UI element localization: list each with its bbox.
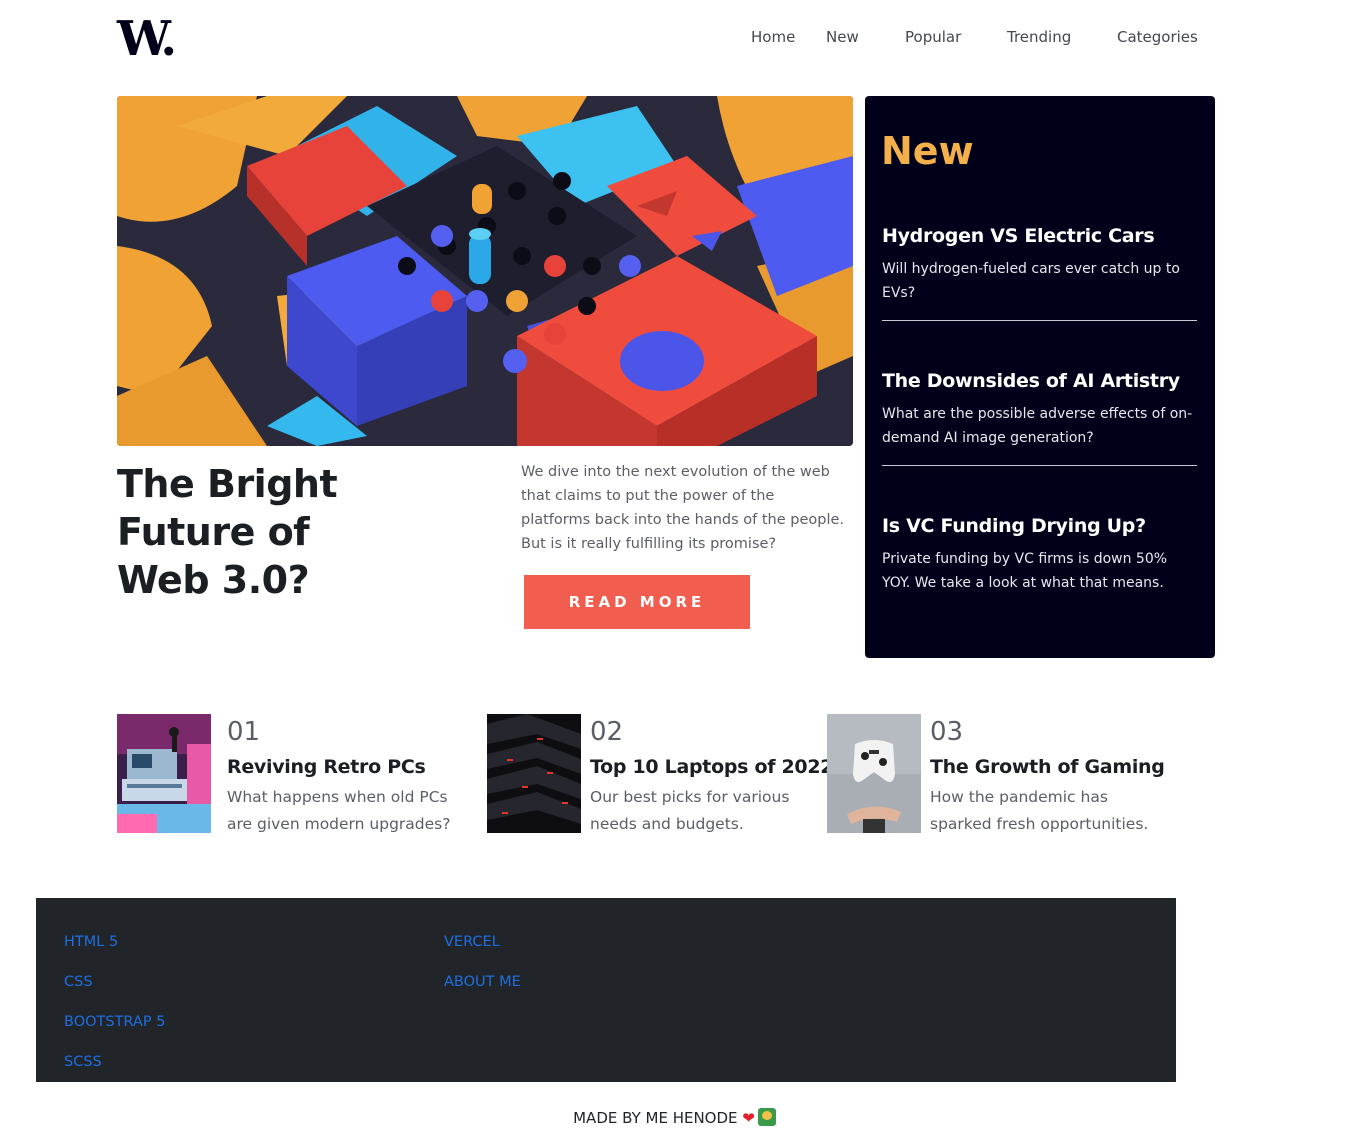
retro-pc-thumbnail[interactable] xyxy=(117,714,211,833)
article-title[interactable]: Reviving Retro PCs xyxy=(227,754,426,780)
new-articles-panel: New Hydrogen VS Electric Cars Will hydro… xyxy=(865,96,1215,658)
laptop-keyboard-thumbnail[interactable] xyxy=(487,714,581,833)
footer-link-scss[interactable]: SCSS xyxy=(64,1052,102,1072)
hero-image xyxy=(117,96,853,446)
cat-emoji-icon xyxy=(757,1108,776,1126)
divider xyxy=(882,320,1197,321)
article-card[interactable]: 01 Reviving Retro PCs What happens when … xyxy=(117,714,457,834)
new-item[interactable]: Is VC Funding Drying Up? Private funding… xyxy=(882,513,1197,595)
hero-description: We dive into the next evolution of the w… xyxy=(521,464,845,552)
heart-icon: ❤ xyxy=(742,1109,755,1127)
footer-link-css[interactable]: CSS xyxy=(64,972,93,992)
new-item[interactable]: The Downsides of AI Artistry What are th… xyxy=(882,368,1197,450)
footer-credit: MADE BY ME HENODE ❤ xyxy=(0,1108,1349,1128)
article-number: 02 xyxy=(590,717,624,747)
nav-home[interactable]: Home xyxy=(751,27,795,47)
read-more-button[interactable]: READ MORE xyxy=(524,575,750,629)
article-card[interactable]: 03 The Growth of Gaming How the pandemic… xyxy=(827,714,1167,834)
footer-link-bootstrap[interactable]: BOOTSTRAP 5 xyxy=(64,1012,165,1032)
footer-link-vercel[interactable]: VERCEL xyxy=(444,932,500,952)
nav-categories[interactable]: Categories xyxy=(1117,27,1198,47)
article-number: 03 xyxy=(930,717,964,747)
new-item-desc: Private funding by VC firms is down 50% … xyxy=(882,551,1168,591)
nav-trending[interactable]: Trending xyxy=(1007,27,1071,47)
new-panel-heading: New xyxy=(881,129,974,173)
article-title[interactable]: The Growth of Gaming xyxy=(930,754,1165,780)
hero-title: The Bright Future of Web 3.0? xyxy=(117,462,338,602)
article-desc: How the pandemic has sparked fresh oppor… xyxy=(930,788,1149,833)
game-controller-thumbnail[interactable] xyxy=(827,714,921,833)
new-item-title[interactable]: The Downsides of AI Artistry xyxy=(882,368,1197,394)
divider xyxy=(882,465,1197,466)
main-nav: Home New Popular Trending Categories xyxy=(0,27,1349,47)
new-item-desc: What are the possible adverse effects of… xyxy=(882,406,1193,446)
nav-new[interactable]: New xyxy=(826,27,859,47)
nav-popular[interactable]: Popular xyxy=(905,27,961,47)
article-card[interactable]: 02 Top 10 Laptops of 2022 Our best picks… xyxy=(487,714,833,834)
new-item-title[interactable]: Hydrogen VS Electric Cars xyxy=(882,223,1197,249)
footer-link-about-me[interactable]: ABOUT ME xyxy=(444,972,521,992)
new-item-desc: Will hydrogen-fueled cars ever catch up … xyxy=(882,261,1180,301)
new-item-title[interactable]: Is VC Funding Drying Up? xyxy=(882,513,1197,539)
article-desc: Our best picks for various needs and bud… xyxy=(590,788,790,833)
footer-link-html5[interactable]: HTML 5 xyxy=(64,932,118,952)
article-title[interactable]: Top 10 Laptops of 2022 xyxy=(590,754,833,780)
new-item[interactable]: Hydrogen VS Electric Cars Will hydrogen-… xyxy=(882,223,1197,305)
article-number: 01 xyxy=(227,717,261,747)
article-desc: What happens when old PCs are given mode… xyxy=(227,788,451,833)
site-footer: HTML 5 CSS BOOTSTRAP 5 SCSS VERCEL ABOUT… xyxy=(36,898,1176,1082)
credit-text: MADE BY ME HENODE xyxy=(573,1109,738,1127)
